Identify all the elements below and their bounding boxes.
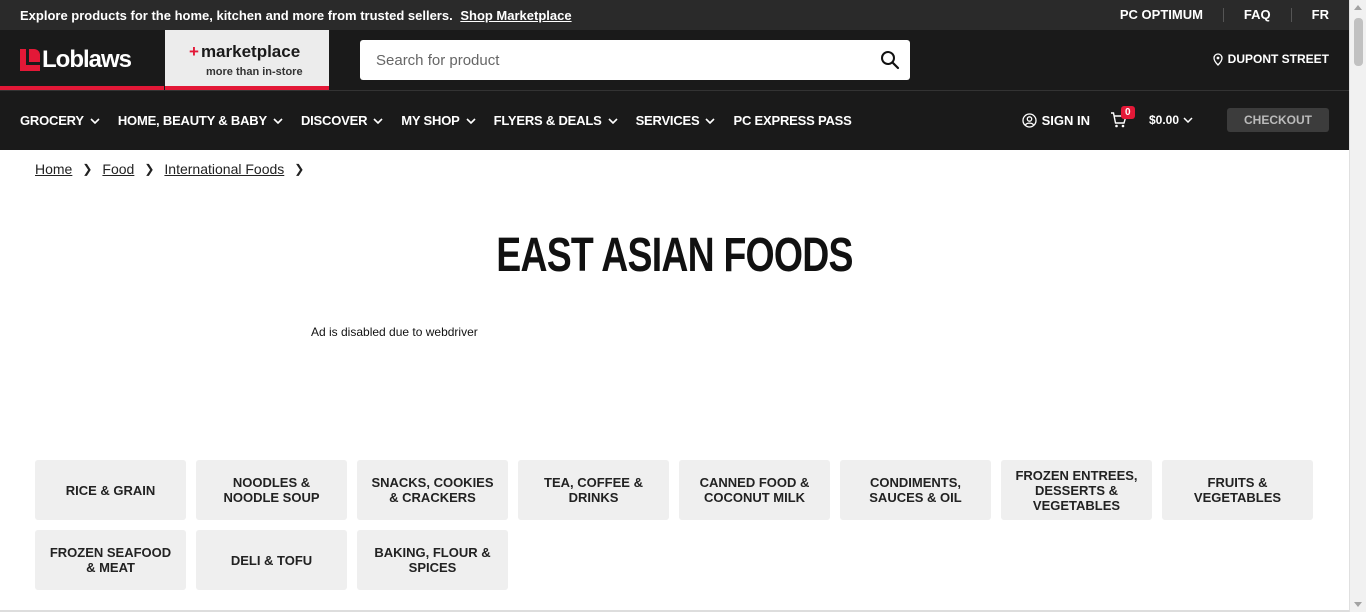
language-link[interactable]: FR	[1290, 8, 1349, 22]
promo-bar: Explore products for the home, kitchen a…	[0, 0, 1349, 30]
promo-message: Explore products for the home, kitchen a…	[20, 8, 572, 23]
scroll-down-icon[interactable]	[1354, 602, 1362, 607]
shop-marketplace-link[interactable]: Shop Marketplace	[460, 8, 571, 23]
nav-label: DISCOVER	[300, 113, 368, 128]
nav-item-services[interactable]: SERVICES	[636, 113, 716, 128]
chevron-down-icon	[373, 117, 383, 124]
sign-in-label: SIGN IN	[1041, 112, 1090, 128]
category-tile-frozen-seafood[interactable]: FROZEN SEAFOOD & MEAT	[35, 530, 186, 590]
nav-item-my-shop[interactable]: MY SHOP	[401, 113, 476, 128]
marketplace-label: marketplace	[200, 42, 301, 61]
site-header: Loblaws + marketplace more than in-store …	[0, 30, 1349, 90]
marketplace-link[interactable]: + marketplace more than in-store	[165, 30, 329, 90]
nav-label: FLYERS & DEALS	[493, 113, 602, 128]
category-tile-rice-grain[interactable]: RICE & GRAIN	[35, 460, 186, 520]
breadcrumb-international-foods[interactable]: International Foods	[164, 161, 284, 177]
nav-item-pc-express-pass[interactable]: PC EXPRESS PASS	[733, 113, 851, 128]
pc-optimum-link[interactable]: PC OPTIMUM	[1100, 8, 1223, 22]
checkout-button[interactable]: CHECKOUT	[1227, 108, 1329, 132]
chevron-down-icon	[90, 117, 100, 124]
chevron-down-icon	[466, 117, 476, 124]
nav-item-discover[interactable]: DISCOVER	[301, 113, 383, 128]
search-box	[360, 40, 910, 80]
scrollbar-thumb[interactable]	[1354, 18, 1363, 66]
chevron-down-icon	[607, 117, 618, 124]
breadcrumb-food[interactable]: Food	[102, 161, 134, 177]
nav-item-grocery[interactable]: GROCERY	[20, 113, 100, 128]
sign-in-button[interactable]: SIGN IN	[1021, 112, 1090, 128]
page-title: EAST ASIAN FOODS	[496, 229, 853, 282]
breadcrumb: Home ❯ Food ❯ International Foods ❯	[35, 161, 314, 177]
category-tile-fruits-vegetables[interactable]: FRUITS & VEGETABLES	[1162, 460, 1313, 520]
faq-link[interactable]: FAQ	[1222, 8, 1291, 22]
cart-total-value: $0.00	[1148, 113, 1179, 127]
marketplace-subtitle: more than in-store	[206, 66, 303, 78]
loblaws-logo-icon	[20, 49, 40, 71]
nav-menu: GROCERY HOME, BEAUTY & BABY DISCOVER MY …	[20, 113, 870, 128]
page-scrollbar[interactable]	[1349, 0, 1366, 612]
category-tile-snacks[interactable]: SNACKS, COOKIES & CRACKERS	[357, 460, 508, 520]
category-tile-noodles[interactable]: NOODLES & NOODLE SOUP	[196, 460, 347, 520]
category-tile-canned-food[interactable]: CANNED FOOD & COCONUT MILK	[679, 460, 830, 520]
nav-label: PC EXPRESS PASS	[733, 113, 852, 128]
plus-icon: +	[189, 42, 199, 61]
marketplace-title: + marketplace	[189, 42, 300, 62]
category-tile-condiments[interactable]: CONDIMENTS, SAUCES & OIL	[840, 460, 991, 520]
ad-placeholder: Ad is disabled due to webdriver	[311, 325, 478, 339]
store-selector[interactable]: DUPONT STREET	[1213, 52, 1329, 66]
user-icon	[1021, 112, 1037, 128]
store-name: DUPONT STREET	[1227, 52, 1329, 66]
cart-button[interactable]: 0 $0.00	[1110, 106, 1193, 128]
nav-item-flyers-deals[interactable]: FLYERS & DEALS	[494, 113, 618, 128]
utility-links: PC OPTIMUM FAQ FR	[1100, 0, 1349, 30]
chevron-down-icon	[705, 117, 716, 124]
cart-count-badge: 0	[1120, 106, 1135, 119]
nav-label: MY SHOP	[401, 113, 460, 128]
page: Explore products for the home, kitchen a…	[0, 0, 1366, 612]
account-controls: SIGN IN 0 $0.00 CHECKOUT	[1021, 106, 1329, 132]
category-tile-frozen-entrees[interactable]: FROZEN ENTREES, DESSERTS & VEGETABLES	[1001, 460, 1152, 520]
chevron-right-icon: ❯	[294, 162, 305, 176]
category-tile-baking[interactable]: BAKING, FLOUR & SPICES	[357, 530, 508, 590]
chevron-down-icon	[273, 117, 283, 124]
main-nav: GROCERY HOME, BEAUTY & BABY DISCOVER MY …	[0, 90, 1349, 150]
loblaws-logo[interactable]: Loblaws	[0, 30, 164, 90]
nav-label: SERVICES	[635, 113, 700, 128]
category-tile-deli-tofu[interactable]: DELI & TOFU	[196, 530, 347, 590]
location-pin-icon	[1213, 52, 1223, 66]
brand-name: Loblaws	[42, 46, 132, 73]
search-input[interactable]	[360, 40, 860, 80]
category-tiles: RICE & GRAIN NOODLES & NOODLE SOUP SNACK…	[35, 460, 1325, 590]
nav-label: HOME, BEAUTY & BABY	[117, 113, 267, 128]
breadcrumb-home[interactable]: Home	[35, 161, 72, 177]
scroll-up-icon[interactable]	[1354, 5, 1362, 10]
nav-label: GROCERY	[20, 113, 84, 128]
search-icon[interactable]	[880, 50, 900, 70]
cart-total: $0.00	[1149, 113, 1193, 127]
chevron-right-icon: ❯	[144, 162, 155, 176]
category-tile-tea-coffee[interactable]: TEA, COFFEE & DRINKS	[518, 460, 669, 520]
chevron-down-icon	[1183, 117, 1193, 123]
promo-text: Explore products for the home, kitchen a…	[20, 8, 453, 23]
nav-item-home-beauty-baby[interactable]: HOME, BEAUTY & BABY	[118, 113, 283, 128]
chevron-right-icon: ❯	[82, 162, 93, 176]
